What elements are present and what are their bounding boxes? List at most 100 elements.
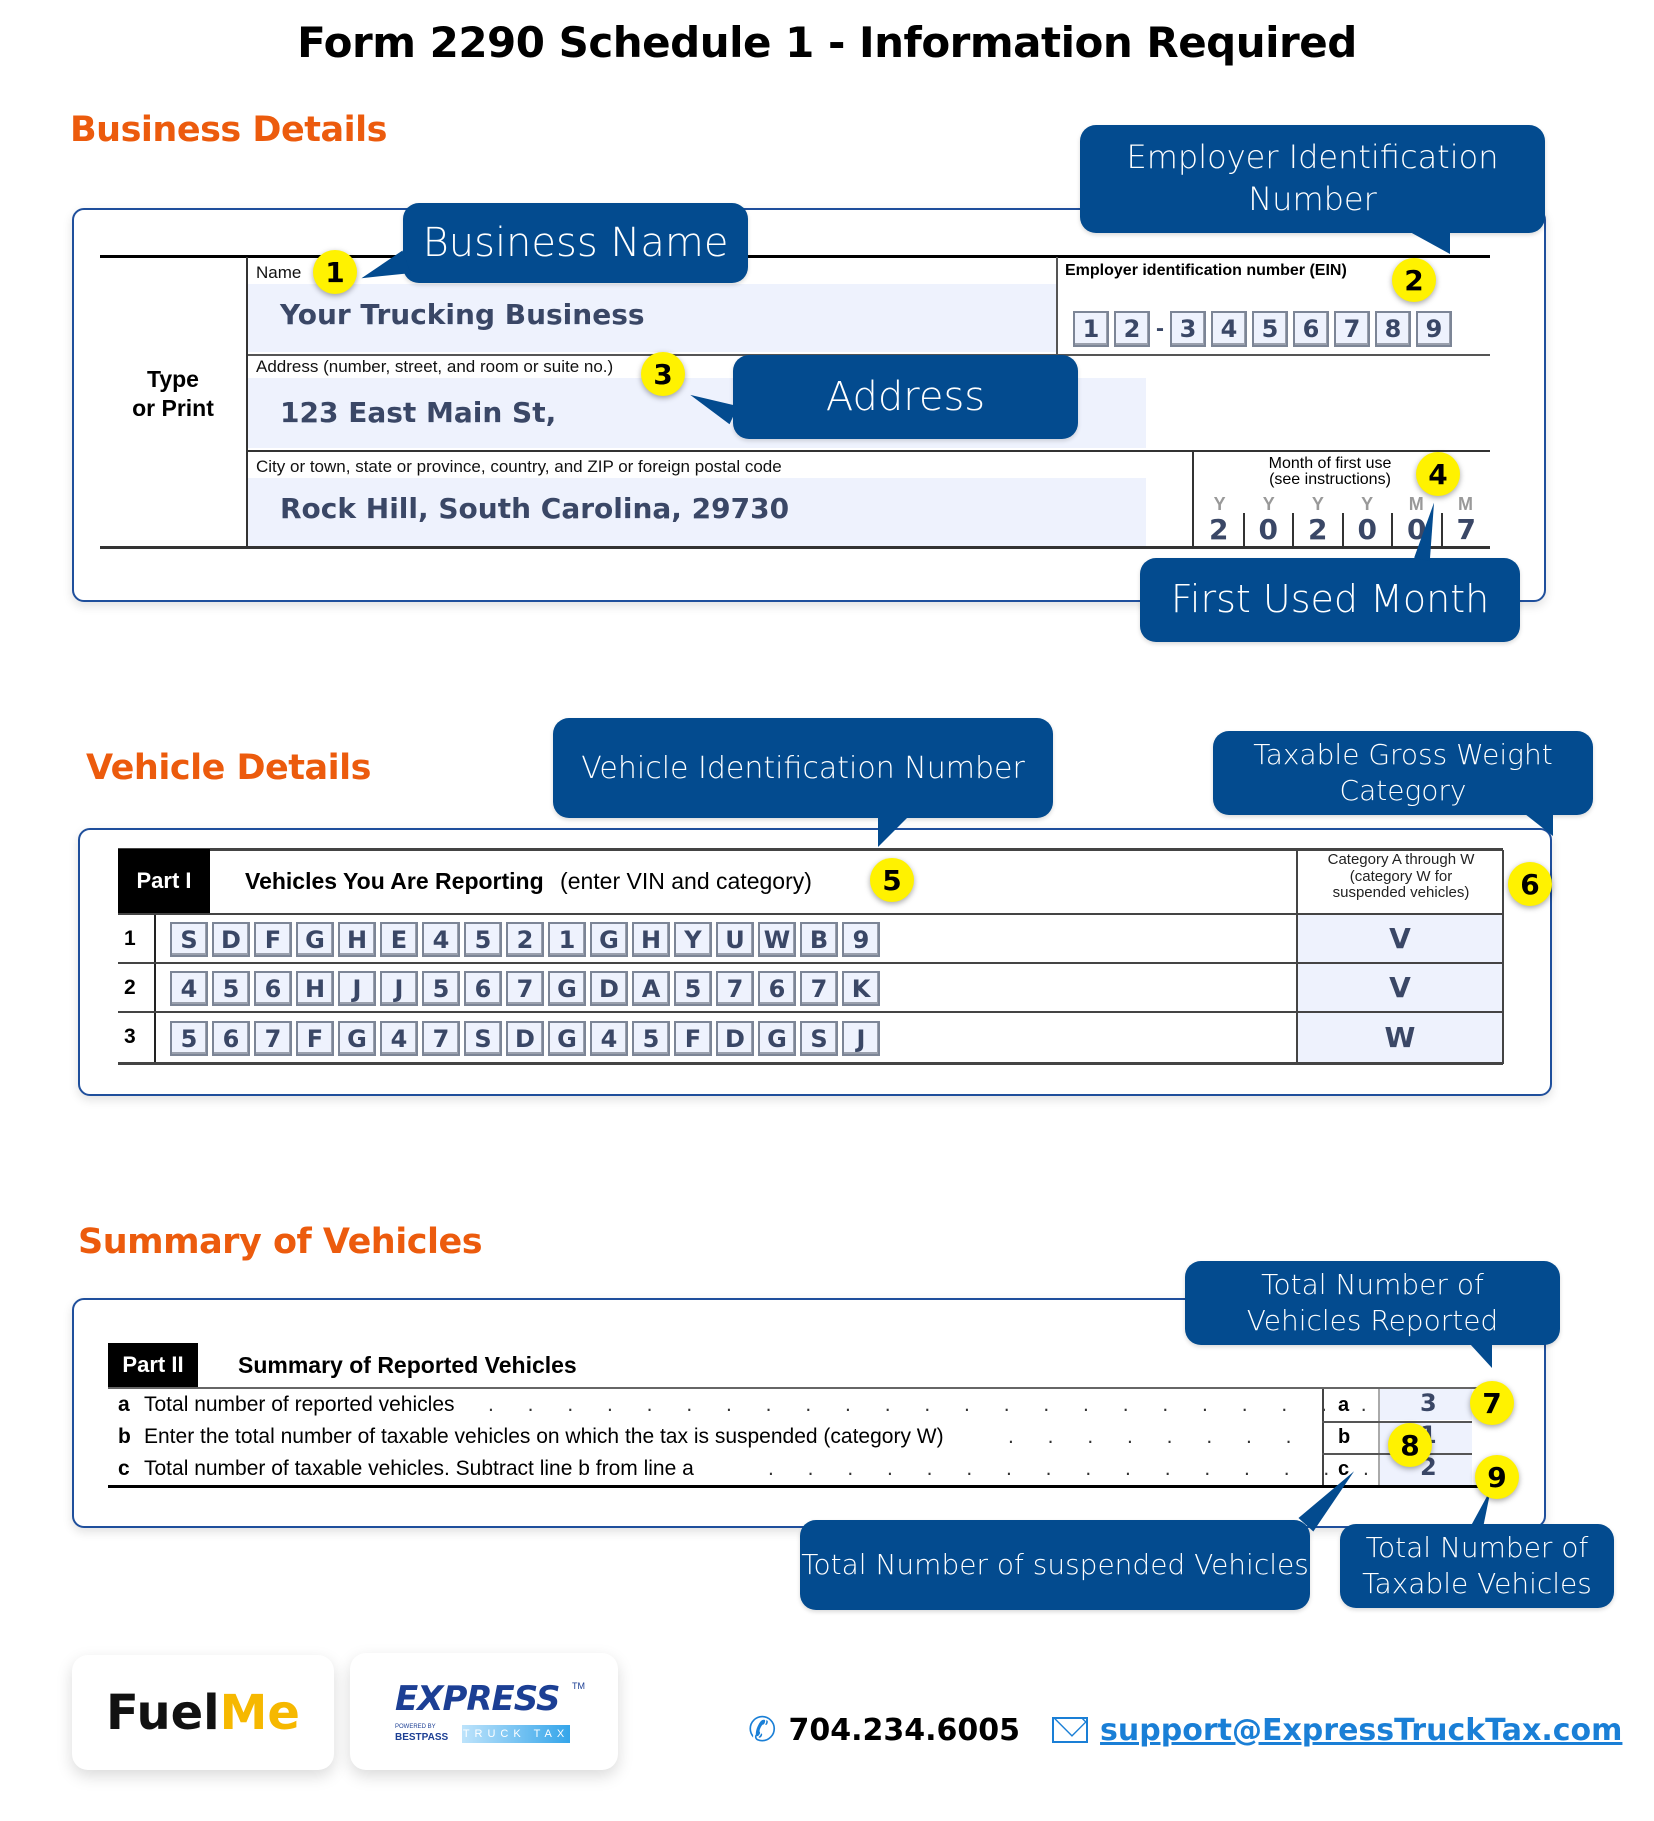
- vehicle-row: 1 SDFGHE4521GHYUWB9 V: [118, 915, 1503, 962]
- fuelme-logo-part2: Me: [219, 1684, 300, 1741]
- ein-field[interactable]: 1 2 - 3 4 5 6 7 8 9: [1073, 311, 1452, 347]
- month-header: M: [1457, 494, 1473, 514]
- vin-char: D: [506, 1021, 544, 1056]
- badge-6: 6: [1508, 862, 1552, 906]
- ein-digit: 8: [1375, 311, 1411, 347]
- name-field-label: Name: [256, 263, 302, 282]
- callout-tail: [1525, 814, 1553, 836]
- city-value: Rock Hill, South Carolina, 29730: [280, 492, 790, 525]
- ein-digit: 7: [1334, 311, 1370, 347]
- cell-letter: a: [1338, 1394, 1350, 1416]
- vin-char: U: [716, 922, 754, 957]
- vehicle-details-heading: Vehicle Details: [86, 748, 371, 788]
- express-logo-tm: TM: [572, 1681, 585, 1691]
- vin-char: H: [632, 922, 670, 957]
- category-value: W: [1384, 1021, 1416, 1054]
- vin-char: 6: [212, 1021, 250, 1056]
- category-field[interactable]: W: [1298, 1013, 1502, 1062]
- month-header: Y: [1262, 494, 1275, 514]
- ein-divider: [1056, 257, 1058, 354]
- vin-char: 2: [506, 922, 544, 957]
- month-digits: 2 0 2 0 0 7: [1195, 513, 1490, 546]
- badge-2: 2: [1392, 258, 1436, 302]
- part-i-label: Part I: [118, 849, 210, 913]
- total-reported-field[interactable]: 3: [1380, 1389, 1472, 1420]
- month-label-line1: Month of first use: [1268, 455, 1392, 472]
- month-field[interactable]: Y Y Y Y M M: [1195, 494, 1490, 515]
- support-email-link[interactable]: support@ExpressTruckTax.com: [1100, 1713, 1622, 1748]
- category-header-line: (category W for: [1349, 867, 1453, 885]
- callout-total-reported: Total Number of Vehicles Reported: [1185, 1261, 1560, 1345]
- month-label: Month of first use (see instructions): [1240, 456, 1420, 488]
- vin-char: 6: [254, 971, 292, 1006]
- vin-char: D: [716, 1021, 754, 1056]
- fuelme-logo-part1: Fuel: [106, 1684, 220, 1741]
- cell-letter: b: [1338, 1426, 1351, 1448]
- vin-char: G: [590, 922, 628, 957]
- row-number: 3: [124, 1025, 136, 1048]
- line-text: Enter the total number of taxable vehicl…: [144, 1425, 944, 1448]
- callout-business-name: Business Name: [403, 203, 748, 283]
- name-field[interactable]: Your Trucking Business: [248, 284, 1056, 352]
- address-row-rule: [248, 450, 1490, 452]
- category-header: Category A through W (category W for sus…: [1300, 851, 1502, 902]
- category-header-line: suspended vehicles): [1332, 884, 1470, 901]
- ein-separator: -: [1156, 315, 1164, 342]
- vin-char: F: [254, 922, 292, 957]
- vin-char: 5: [422, 971, 460, 1006]
- vin-char: 1: [548, 922, 586, 957]
- callout-tail: [1470, 1344, 1492, 1368]
- name-value: Your Trucking Business: [280, 298, 645, 331]
- vin-char: S: [464, 1021, 502, 1056]
- summary-bottom-rule: [108, 1485, 1478, 1488]
- badge-7: 7: [1470, 1381, 1514, 1425]
- vin-char: D: [590, 971, 628, 1006]
- month-digit: 0: [1245, 513, 1294, 546]
- ein-digit: 5: [1252, 311, 1288, 347]
- vin-char: 4: [380, 1021, 418, 1056]
- part-i-subtitle: (enter VIN and category): [560, 868, 812, 894]
- vin-field[interactable]: SDFGHE4521GHYUWB9: [170, 922, 880, 957]
- category-field[interactable]: V: [1298, 915, 1502, 962]
- callout-tail: [1410, 232, 1450, 254]
- vin-char: 7: [506, 971, 544, 1006]
- city-field[interactable]: Rock Hill, South Carolina, 29730: [248, 478, 1146, 546]
- vehicle-row: 3 567FG47SDG45FDGSJ W: [118, 1013, 1503, 1062]
- express-truck-tax-logo[interactable]: EXPRESS TM POWERED BY BESTPASS TRUCK TAX: [350, 1653, 618, 1770]
- callout-first-used-month: First Used Month: [1140, 558, 1520, 642]
- summary-heading: Summary of Vehicles: [78, 1222, 483, 1262]
- vin-char: 4: [170, 971, 208, 1006]
- vin-char: 7: [716, 971, 754, 1006]
- vin-char: B: [800, 922, 838, 957]
- month-divider: [1192, 452, 1194, 546]
- vin-field[interactable]: 456HJJ567GDA5767K: [170, 971, 880, 1006]
- vin-char: 5: [674, 971, 712, 1006]
- vin-char: 7: [422, 1021, 460, 1056]
- badge-3: 3: [641, 352, 685, 396]
- vin-char: S: [170, 922, 208, 957]
- vin-char: 5: [212, 971, 250, 1006]
- category-field[interactable]: V: [1298, 964, 1502, 1011]
- vin-char: K: [842, 971, 880, 1006]
- envelope-icon: [1052, 1717, 1089, 1743]
- vin-char: 6: [758, 971, 796, 1006]
- form-top-rule: [100, 255, 1490, 258]
- summary-line-c: c Total number of taxable vehicles. Subt…: [108, 1453, 1438, 1485]
- vin-field[interactable]: 567FG47SDG45FDGSJ: [170, 1021, 880, 1056]
- line-text: Total number of reported vehicles: [144, 1393, 455, 1416]
- ein-digit: 1: [1073, 311, 1109, 347]
- vin-char: 7: [254, 1021, 292, 1056]
- part-i-title: Vehicles You Are Reporting: [245, 868, 544, 894]
- fuelme-logo[interactable]: Fuel Me: [72, 1655, 334, 1770]
- vin-char: F: [674, 1021, 712, 1056]
- contact-row: ✆ 704.234.6005 support@ExpressTruckTax.c…: [748, 1710, 1622, 1750]
- vin-char: D: [212, 922, 250, 957]
- line-text: Total number of taxable vehicles. Subtra…: [144, 1457, 694, 1480]
- express-logo-main: EXPRESS: [395, 1679, 561, 1719]
- callout-total-taxable: Total Number of Taxable Vehicles: [1340, 1524, 1614, 1608]
- ein-digit: 2: [1114, 311, 1150, 347]
- phone-number[interactable]: 704.234.6005: [789, 1713, 1021, 1748]
- badge-4: 4: [1416, 452, 1460, 496]
- month-digit: 0: [1344, 513, 1393, 546]
- category-value: V: [1389, 922, 1411, 955]
